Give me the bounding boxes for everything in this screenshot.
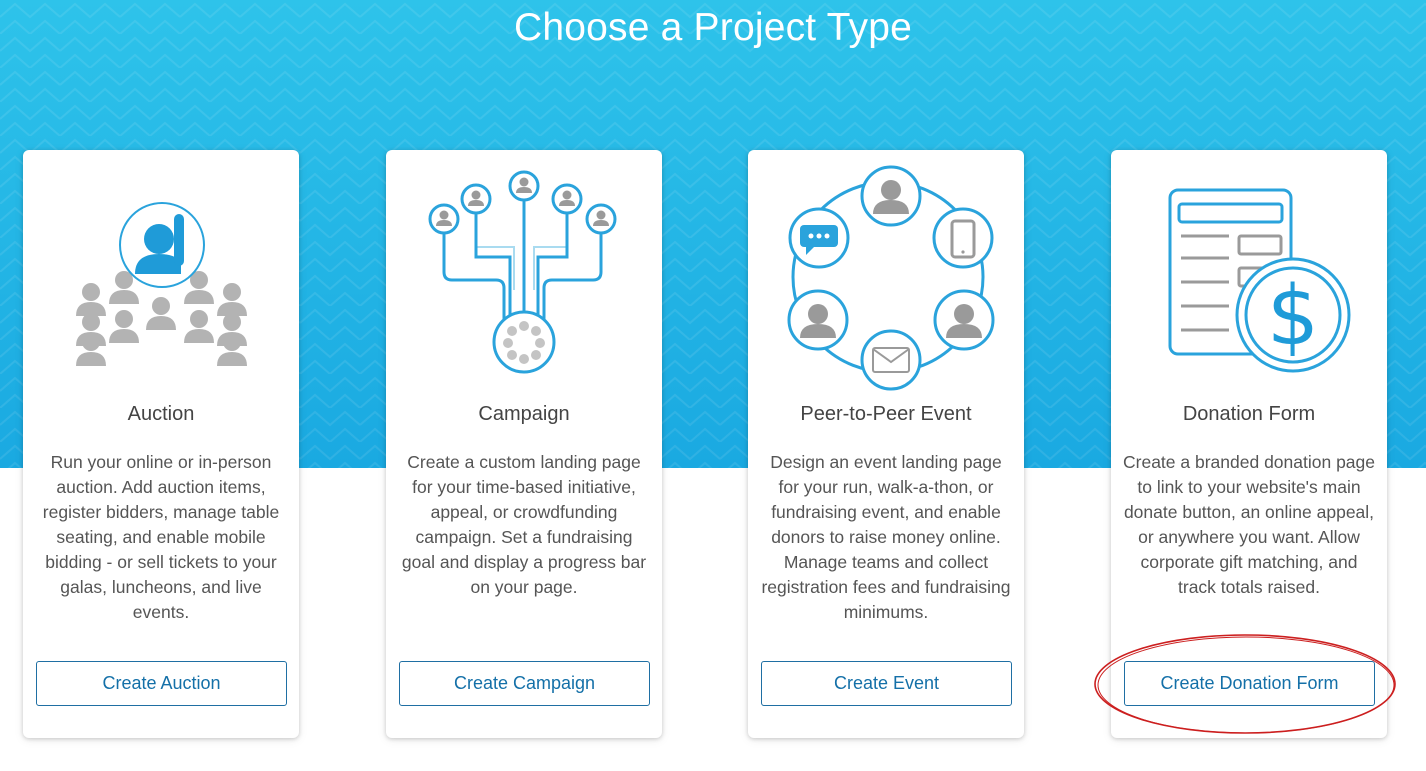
create-auction-button[interactable]: Create Auction: [36, 661, 287, 706]
project-card-auction: Auction Run your online or in-person auc…: [23, 150, 299, 738]
card-title: Peer-to-Peer Event: [800, 403, 972, 425]
page-title: Choose a Project Type: [513, 6, 913, 49]
campaign-network-icon: [386, 162, 662, 394]
donation-form-dollar-icon: $: [1111, 162, 1387, 394]
card-title: Campaign: [478, 403, 570, 425]
project-card-donation-form: $ Donation Form Create a branded donatio…: [1111, 150, 1387, 738]
card-description: Run your online or in-person auction. Ad…: [42, 452, 280, 622]
card-description: Design an event landing page for your ru…: [761, 452, 1011, 622]
create-donation-form-button[interactable]: Create Donation Form: [1124, 661, 1375, 706]
peer-to-peer-circle-icon: [748, 162, 1024, 394]
card-description: Create a branded donation page to link t…: [1123, 452, 1376, 597]
card-description: Create a custom landing page for your ti…: [401, 452, 647, 597]
svg-text:$: $: [1267, 269, 1319, 364]
project-card-peer-to-peer-event: Peer-to-Peer Event Design an event landi…: [748, 150, 1024, 738]
create-campaign-button[interactable]: Create Campaign: [399, 661, 650, 706]
auction-crowd-icon: [23, 162, 299, 394]
card-title: Donation Form: [1182, 403, 1316, 425]
project-card-campaign: Campaign Create a custom landing page fo…: [386, 150, 662, 738]
create-event-button[interactable]: Create Event: [761, 661, 1012, 706]
card-title: Auction: [127, 403, 195, 425]
